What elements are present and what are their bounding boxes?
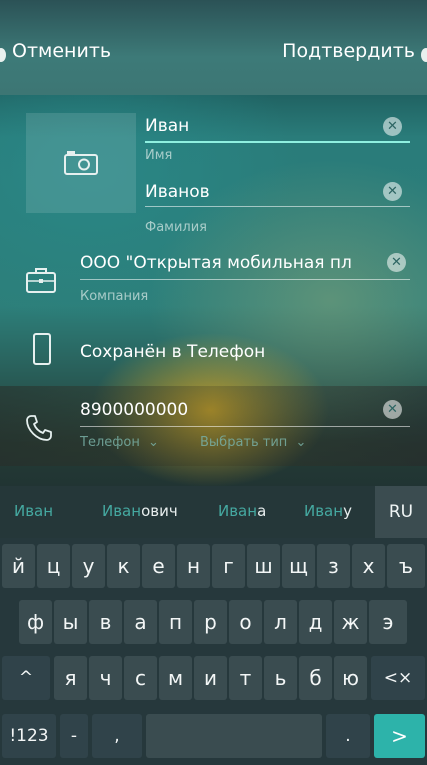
suggestion-rest: у	[343, 502, 352, 520]
phone-number-field[interactable]: 8900000000	[80, 400, 188, 420]
period-key[interactable]: .	[326, 714, 370, 758]
key[interactable]: е	[142, 544, 175, 588]
key[interactable]: с	[124, 656, 157, 700]
suggestion-item[interactable]: Ивану	[304, 502, 352, 520]
close-icon: ✕	[391, 255, 402, 270]
phone-device-icon	[33, 333, 51, 365]
key[interactable]: ъ	[387, 544, 425, 588]
chevron-down-icon: ⌄	[295, 435, 307, 450]
close-icon: ✕	[387, 402, 398, 417]
key[interactable]: н	[177, 544, 210, 588]
key[interactable]: з	[317, 544, 350, 588]
suggestion-match: Иван	[218, 502, 258, 520]
key[interactable]: т	[229, 656, 262, 700]
close-icon: ✕	[387, 119, 398, 134]
clear-first-name-button[interactable]: ✕	[383, 117, 402, 136]
last-name-underline	[145, 206, 410, 207]
shift-key[interactable]: ^	[2, 656, 50, 700]
camera-icon	[64, 151, 98, 175]
contact-editor-screen: Отменить Подтвердить Иван ✕ Имя Иванов ✕…	[0, 0, 427, 765]
language-switch-button[interactable]: RU	[375, 486, 427, 538]
last-name-label: Фамилия	[145, 220, 207, 235]
top-bar: Отменить Подтвердить	[0, 0, 427, 95]
company-label: Компания	[80, 289, 149, 304]
key[interactable]: ю	[334, 656, 367, 700]
key[interactable]: й	[2, 544, 35, 588]
key[interactable]: ь	[264, 656, 297, 700]
key[interactable]: э	[369, 600, 407, 644]
key[interactable]: я	[54, 656, 87, 700]
key[interactable]: о	[229, 600, 262, 644]
chevron-down-icon: ⌄	[147, 435, 159, 450]
phone-label-text: Телефон	[80, 435, 140, 450]
key[interactable]: х	[352, 544, 385, 588]
key[interactable]: л	[264, 600, 297, 644]
briefcase-icon	[26, 268, 56, 293]
clear-last-name-button[interactable]: ✕	[383, 182, 402, 201]
phone-type-dropdown[interactable]: Выбрать тип ⌄	[200, 435, 306, 450]
phone-label-dropdown[interactable]: Телефон ⌄	[80, 435, 159, 450]
first-name-label: Имя	[145, 148, 173, 163]
key[interactable]: ш	[247, 544, 280, 588]
key[interactable]: щ	[282, 544, 315, 588]
first-name-underline	[145, 141, 410, 143]
key[interactable]: м	[159, 656, 192, 700]
key[interactable]: ч	[89, 656, 122, 700]
key[interactable]: п	[159, 600, 192, 644]
cancel-button[interactable]: Отменить	[12, 40, 111, 62]
suggestion-item[interactable]: Иванович	[102, 502, 178, 520]
key[interactable]: р	[194, 600, 227, 644]
clear-phone-button[interactable]: ✕	[383, 400, 402, 419]
key[interactable]: в	[89, 600, 122, 644]
key[interactable]: д	[299, 600, 332, 644]
key[interactable]: ы	[54, 600, 87, 644]
key[interactable]: б	[299, 656, 332, 700]
suggestion-match: Иван	[14, 502, 54, 520]
key[interactable]: ц	[37, 544, 70, 588]
key[interactable]: ж	[334, 600, 367, 644]
confirm-button[interactable]: Подтвердить	[282, 40, 415, 62]
clear-company-button[interactable]: ✕	[387, 253, 406, 272]
key[interactable]: ф	[19, 600, 52, 644]
enter-key[interactable]: >	[374, 714, 425, 758]
page-indicator-left	[0, 48, 6, 62]
contact-photo-button[interactable]	[26, 113, 136, 213]
space-key[interactable]	[146, 714, 322, 758]
suggestion-match: Иван	[304, 502, 344, 520]
word-suggestion-bar: Иван Иванович Ивана Ивану RU	[0, 486, 427, 538]
dash-key[interactable]: -	[60, 714, 88, 758]
saved-in-storage[interactable]: Сохранён в Телефон	[80, 342, 265, 362]
backspace-key[interactable]: <×	[371, 656, 425, 700]
key[interactable]: и	[194, 656, 227, 700]
key[interactable]: а	[124, 600, 157, 644]
company-underline	[80, 279, 410, 280]
key[interactable]: г	[212, 544, 245, 588]
phone-type-text: Выбрать тип	[200, 435, 288, 450]
on-screen-keyboard: й ц у к е н г ш щ з х ъ ф ы в а п р о л …	[0, 538, 427, 765]
suggestion-item[interactable]: Иван	[14, 502, 53, 520]
key[interactable]: к	[107, 544, 140, 588]
suggestion-item[interactable]: Ивана	[218, 502, 266, 520]
suggestion-rest: а	[257, 502, 267, 520]
first-name-field[interactable]: Иван	[145, 116, 375, 136]
close-icon: ✕	[387, 184, 398, 199]
page-indicator-right	[421, 48, 427, 62]
last-name-field[interactable]: Иванов	[145, 182, 375, 202]
suggestion-rest: ович	[141, 502, 178, 520]
phone-handset-icon	[26, 415, 52, 441]
numbers-key[interactable]: !123	[2, 714, 56, 758]
company-field[interactable]: ООО "Открытая мобильная пл	[80, 253, 378, 273]
suggestion-match: Иван	[102, 502, 142, 520]
key[interactable]: у	[72, 544, 105, 588]
comma-key[interactable]: ,	[92, 714, 142, 758]
phone-underline	[80, 426, 410, 427]
